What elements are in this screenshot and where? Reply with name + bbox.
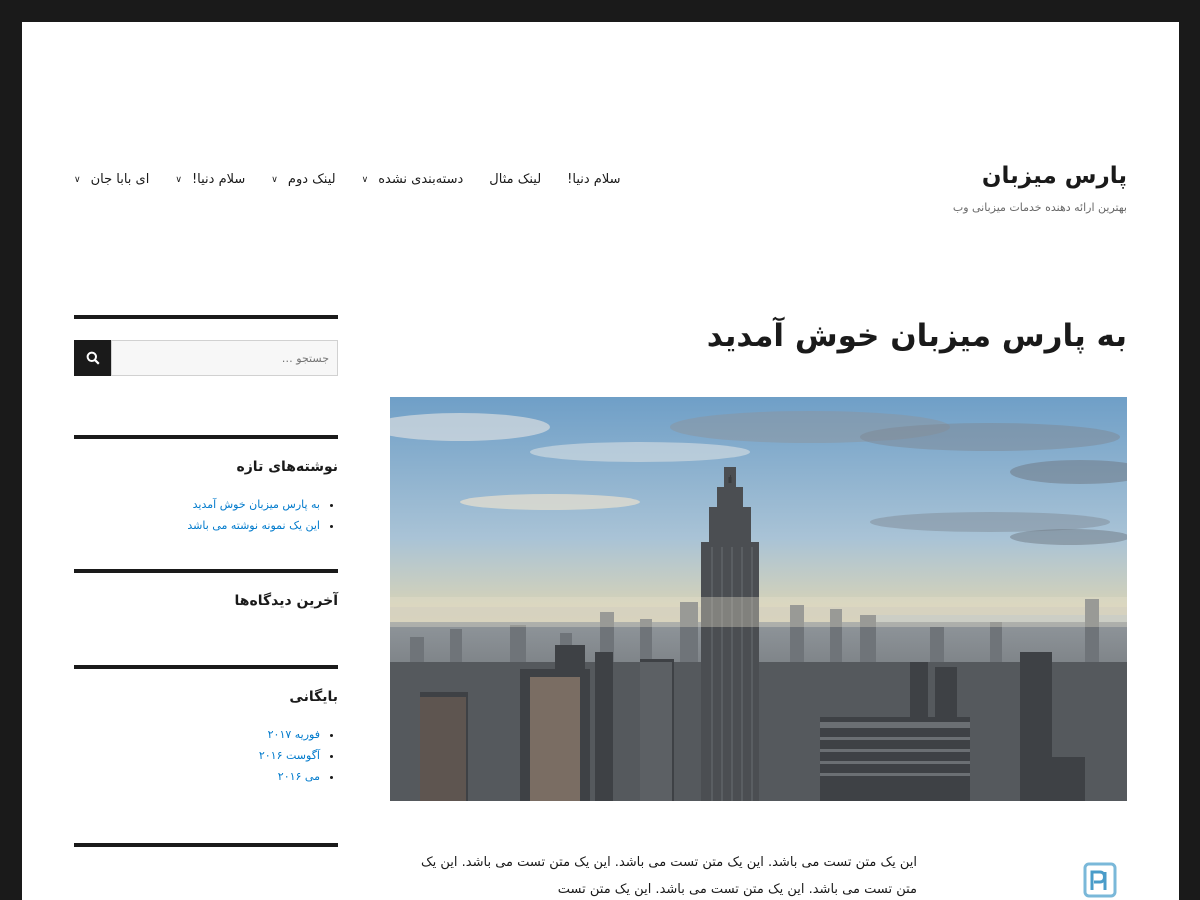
recent-post-link[interactable]: به پارس میزبان خوش آمدید	[193, 498, 320, 511]
city-skyline-image	[390, 397, 1127, 802]
recent-comments-title: آخرین دیدگاه‌ها	[234, 593, 338, 609]
recent-comments-widget: آخرین دیدگاه‌ها	[74, 569, 338, 665]
nav-item-label: سلام دنیا!	[567, 172, 621, 187]
recent-post-link[interactable]: این یک نمونه نوشته می باشد	[187, 519, 320, 532]
featured-image[interactable]	[390, 397, 1127, 802]
list-item: این یک نمونه نوشته می باشد	[74, 515, 320, 536]
nav-item-ay-baba-jan[interactable]: ای بابا جان ∨	[74, 172, 149, 187]
nav-item-hello-world[interactable]: سلام دنیا!	[567, 172, 620, 187]
sidebar: نوشته‌های تازه به پارس میزبان خوش آمدید …	[74, 315, 338, 867]
archives-title: بایگانی	[289, 689, 338, 705]
search-form	[74, 340, 338, 376]
recent-posts-widget: نوشته‌های تازه به پارس میزبان خوش آمدید …	[74, 435, 338, 569]
chevron-down-icon[interactable]: ∨	[362, 175, 369, 185]
chevron-down-icon[interactable]: ∨	[271, 175, 278, 185]
nav-item-example-link[interactable]: لینک مثال	[489, 172, 541, 187]
recent-posts-list: به پارس میزبان خوش آمدید این یک نمونه نو…	[74, 494, 338, 536]
search-widget	[74, 315, 338, 435]
search-input[interactable]	[111, 340, 338, 376]
search-icon	[86, 351, 100, 365]
site-branding: پارس میزبان بهترین ارائه دهنده خدمات میز…	[952, 163, 1127, 215]
site-logo-icon	[1083, 862, 1117, 898]
archive-link[interactable]: فوریه ۲۰۱۷	[268, 728, 320, 741]
main-navigation: سلام دنیا! لینک مثال دسته‌بندی نشده ∨ لین…	[74, 172, 621, 187]
archive-link[interactable]: آگوست ۲۰۱۶	[259, 749, 320, 762]
list-item: می ۲۰۱۶	[74, 766, 320, 787]
nav-item-second-link[interactable]: لینک دوم ∨	[271, 172, 335, 187]
archives-list: فوریه ۲۰۱۷ آگوست ۲۰۱۶ می ۲۰۱۶	[74, 724, 338, 787]
nav-item-hello-world-2[interactable]: سلام دنیا! ∨	[175, 172, 245, 187]
archive-link[interactable]: می ۲۰۱۶	[278, 770, 320, 783]
main-content: به پارس میزبان خوش آمدید این یک متن تست …	[390, 318, 1127, 900]
search-button[interactable]	[74, 340, 111, 376]
nav-item-uncategorized[interactable]: دسته‌بندی نشده ∨	[362, 172, 464, 187]
post-excerpt: این یک متن تست می باشد. این یک متن تست م…	[421, 855, 917, 898]
next-widget-divider	[74, 843, 338, 867]
recent-posts-title: نوشته‌های تازه	[236, 459, 338, 475]
site-description: بهترین ارائه دهنده خدمات میزبانی وب	[952, 201, 1127, 215]
post-title[interactable]: به پارس میزبان خوش آمدید	[390, 318, 1127, 355]
nav-item-label: لینک دوم	[287, 172, 336, 187]
nav-item-label: لینک مثال	[489, 172, 542, 187]
list-item: فوریه ۲۰۱۷	[74, 724, 320, 745]
list-item: به پارس میزبان خوش آمدید	[74, 494, 320, 515]
page: پارس میزبان بهترین ارائه دهنده خدمات میز…	[22, 22, 1179, 900]
archives-widget: بایگانی فوریه ۲۰۱۷ آگوست ۲۰۱۶ می ۲۰۱۶	[74, 665, 338, 843]
chevron-down-icon[interactable]: ∨	[175, 175, 182, 185]
nav-item-label: ای بابا جان	[90, 172, 150, 187]
chevron-down-icon[interactable]: ∨	[74, 175, 81, 185]
nav-item-label: سلام دنیا!	[191, 172, 246, 187]
site-title[interactable]: پارس میزبان	[953, 163, 1127, 189]
list-item: آگوست ۲۰۱۶	[74, 745, 320, 766]
nav-item-label: دسته‌بندی نشده	[378, 172, 464, 187]
